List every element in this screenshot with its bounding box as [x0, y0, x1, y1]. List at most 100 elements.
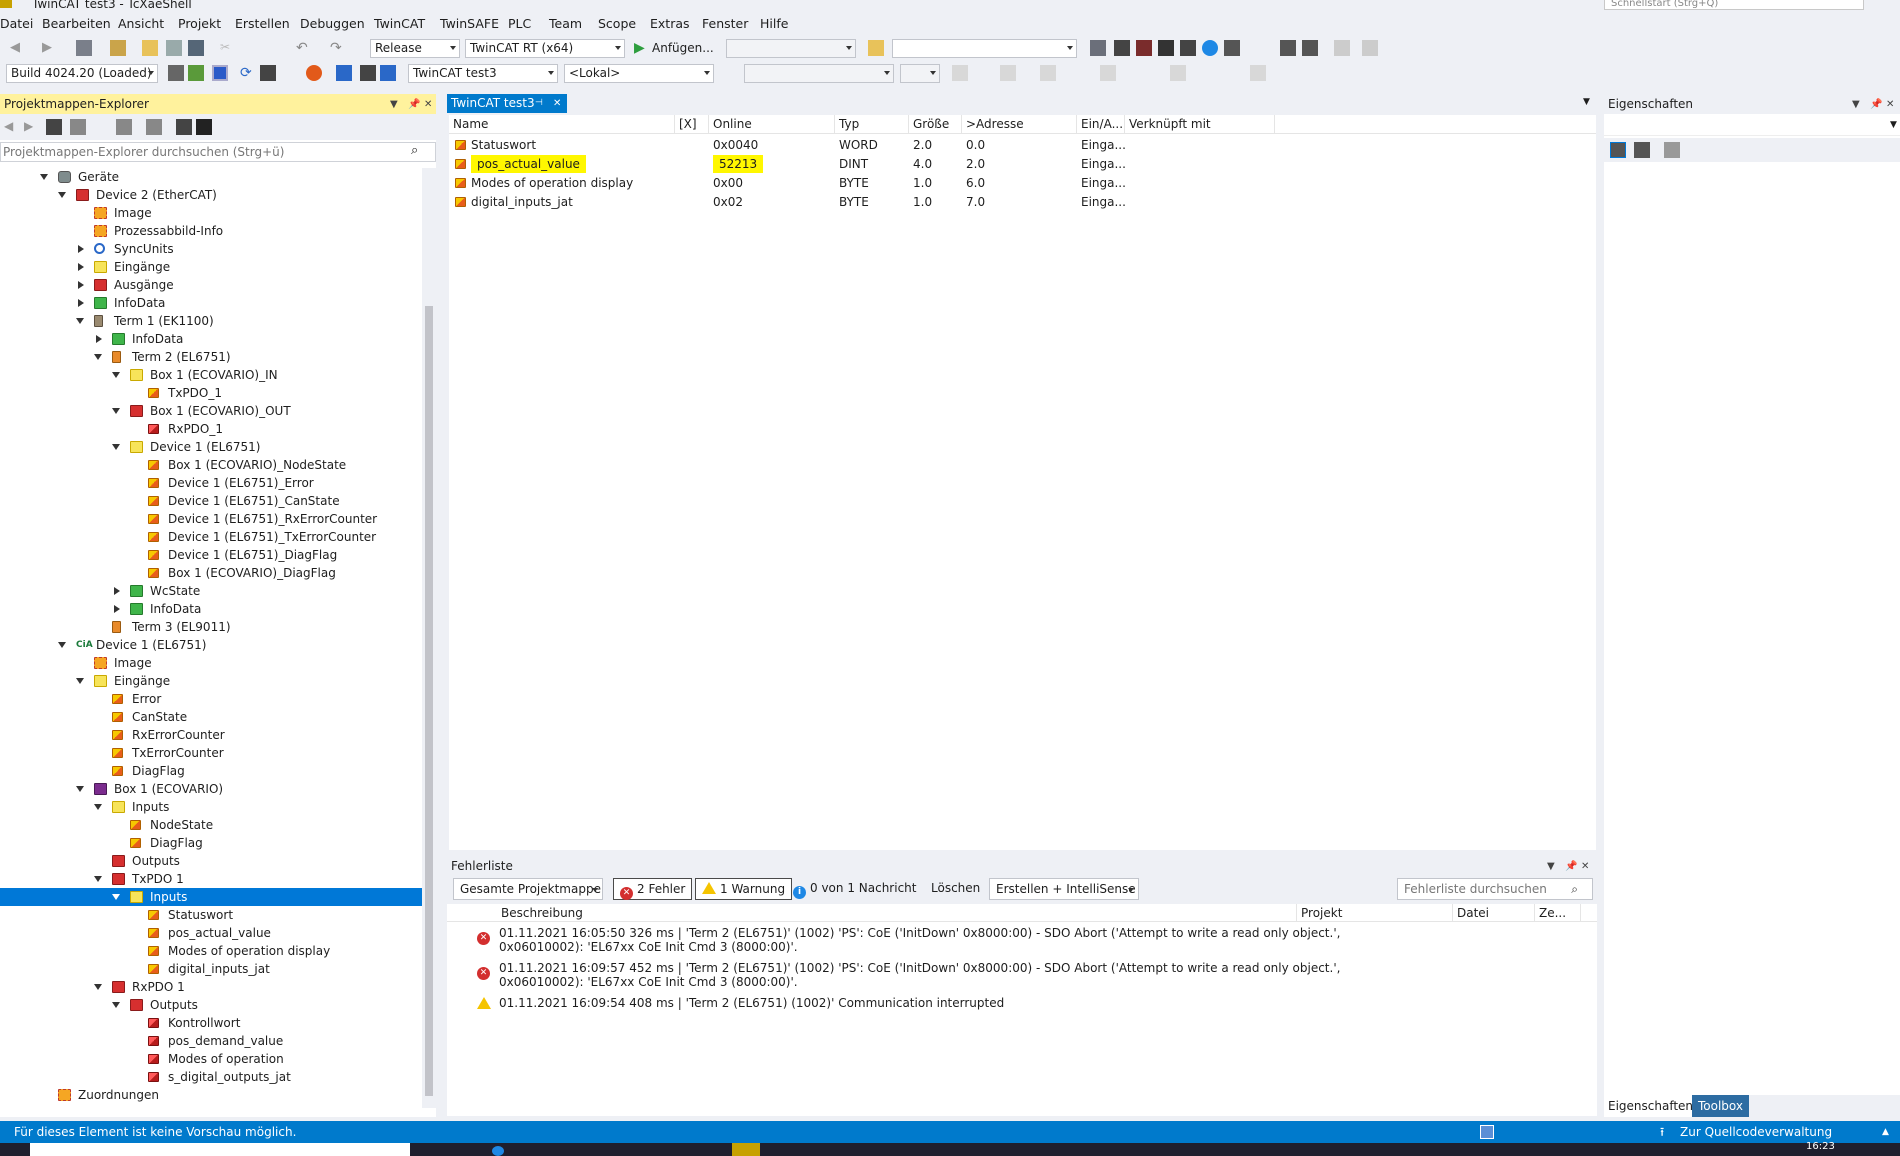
clear-button[interactable]: Löschen [925, 878, 986, 900]
process-select[interactable] [726, 39, 856, 58]
menu-item-3[interactable]: Projekt [178, 16, 221, 31]
tree-item[interactable]: Term 2 (EL6751) [0, 348, 422, 366]
target-icon[interactable] [212, 65, 228, 81]
expanded-arrow-icon[interactable] [58, 192, 66, 198]
device-icon[interactable] [1302, 40, 1318, 56]
menu-item-5[interactable]: Debuggen [300, 16, 365, 31]
collapsed-arrow-icon[interactable] [78, 281, 84, 289]
error-list-scrollbar[interactable] [1581, 922, 1595, 1112]
close-panel-icon[interactable]: ✕ [424, 99, 432, 110]
tree-item[interactable]: Term 3 (EL9011) [0, 618, 422, 636]
expanded-arrow-icon[interactable] [94, 984, 102, 990]
properties-pin-icon[interactable]: 📌 [1870, 99, 1882, 110]
stop-icon[interactable] [1000, 65, 1016, 81]
tree-item[interactable]: Box 1 (ECOVARIO)_DiagFlag [0, 564, 422, 582]
expanded-arrow-icon[interactable] [112, 444, 120, 450]
taskbar-twincat-icon[interactable] [732, 1143, 760, 1156]
error-list-dropdown-icon[interactable]: ▼ [1547, 861, 1555, 872]
table-row[interactable]: Modes of operation display 0x00 BYTE 1.0 6.0… [449, 174, 1596, 193]
tree-item[interactable]: digital_inputs_jat [0, 960, 422, 978]
tree-item[interactable]: s_digital_outputs_jat [0, 1068, 422, 1086]
config-mode-icon[interactable] [1202, 40, 1218, 56]
quick-launch-input[interactable]: Schnellstart (Strg+Q) [1604, 0, 1864, 10]
open-folder-icon[interactable] [142, 40, 158, 56]
expanded-arrow-icon[interactable] [40, 174, 48, 180]
build-select[interactable]: Build 4024.20 (Loaded) [6, 64, 158, 83]
tree-item[interactable]: NodeState [0, 816, 422, 834]
tree-item[interactable]: CiA Device 1 (EL6751) [0, 636, 422, 654]
toggle-icon[interactable] [380, 65, 396, 81]
properties-close-icon[interactable]: ✕ [1886, 99, 1894, 110]
tree-item[interactable]: Prozessabbild-Info [0, 222, 422, 240]
tree-item[interactable]: InfoData [0, 330, 422, 348]
activate-configuration-icon[interactable] [1136, 40, 1152, 56]
toolbox-icon[interactable] [1180, 40, 1196, 56]
properties-object-select[interactable]: ▼ [1604, 116, 1900, 136]
menu-item-1[interactable]: Bearbeiten [42, 16, 111, 31]
find-icon[interactable] [868, 40, 884, 56]
project-select[interactable]: TwinCAT test3 [408, 64, 558, 83]
menu-item-0[interactable]: Datei [0, 16, 33, 31]
tree-item[interactable]: TxPDO 1 [0, 870, 422, 888]
tree-item[interactable]: Ausgänge [0, 276, 422, 294]
tree-item[interactable]: Modes of operation display [0, 942, 422, 960]
tree-item[interactable]: CanState [0, 708, 422, 726]
solution-explorer-search[interactable]: Projektmappen-Explorer durchsuchen (Strg… [0, 142, 436, 162]
tree-item[interactable]: Outputs [0, 996, 422, 1014]
home-icon[interactable] [46, 119, 62, 135]
start-icon[interactable]: ▶ [634, 40, 650, 56]
column-header-3[interactable]: Typ [835, 115, 909, 134]
menu-item-8[interactable]: PLC [508, 16, 531, 31]
expanded-arrow-icon[interactable] [112, 894, 120, 900]
warnings-filter-button[interactable]: 1 Warnung [695, 878, 793, 900]
column-header-7[interactable]: Verknüpft mit [1125, 115, 1275, 134]
pending-changes-icon[interactable] [116, 119, 132, 135]
expanded-arrow-icon[interactable] [76, 318, 84, 324]
disabled-tool-2-icon[interactable] [1362, 40, 1378, 56]
build-filter-select[interactable]: Erstellen + IntelliSense [989, 878, 1139, 900]
tree-item[interactable]: Term 1 (EK1100) [0, 312, 422, 330]
undo-icon[interactable]: ↶ [296, 40, 312, 56]
breakpoint-icon[interactable] [306, 65, 322, 81]
error-column-header-1[interactable]: Projekt [1297, 904, 1453, 922]
panel-dropdown-icon[interactable]: ▼ [390, 99, 398, 110]
tree-item[interactable]: InfoData [0, 600, 422, 618]
watch-icon[interactable] [1170, 65, 1186, 81]
error-column-header-3[interactable]: Ze... [1535, 904, 1581, 922]
tree-item[interactable]: WcState [0, 582, 422, 600]
table-row[interactable]: pos_actual_value 52213 DINT 4.0 2.0 Einga... [449, 155, 1596, 174]
errors-filter-button[interactable]: ✕ 2 Fehler [613, 878, 693, 900]
tree-item[interactable]: Image [0, 204, 422, 222]
step-into-icon[interactable] [1100, 65, 1116, 81]
forward-icon[interactable]: ▶ [42, 40, 58, 56]
properties-object-dropdown-icon[interactable]: ▼ [1890, 120, 1897, 130]
properties-wrench-icon[interactable] [176, 119, 192, 135]
tree-item[interactable]: Device 1 (EL6751)_TxErrorCounter [0, 528, 422, 546]
show-subitems-icon[interactable] [336, 65, 352, 81]
tree-scrollbar-thumb[interactable] [425, 306, 433, 1096]
tree-item[interactable]: Kontrollwort [0, 1014, 422, 1032]
freerun-icon[interactable] [360, 65, 376, 81]
preview-icon[interactable] [196, 119, 212, 135]
notifications-icon[interactable] [1480, 1125, 1494, 1139]
new-project-icon[interactable] [76, 40, 92, 56]
tree-item[interactable]: Device 1 (EL6751)_CanState [0, 492, 422, 510]
solution-configuration-select[interactable]: Release [370, 39, 460, 58]
tree-item[interactable]: Image [0, 654, 422, 672]
tree-item[interactable]: TxErrorCounter [0, 744, 422, 762]
alphabetical-icon[interactable] [1634, 142, 1650, 158]
expanded-arrow-icon[interactable] [94, 876, 102, 882]
tab-overflow-icon[interactable]: ▼ [1583, 97, 1590, 107]
search-icon[interactable]: ⌕ [411, 143, 418, 158]
expanded-arrow-icon[interactable] [58, 642, 66, 648]
menu-item-9[interactable]: Team [549, 16, 582, 31]
menu-item-4[interactable]: Erstellen [235, 16, 290, 31]
disabled-action-1-icon[interactable] [952, 65, 968, 81]
property-pages-icon[interactable] [1664, 142, 1680, 158]
tree-item[interactable]: Box 1 (ECOVARIO)_IN [0, 366, 422, 384]
target-browser-icon[interactable] [1224, 40, 1240, 56]
taskbar-app-icon[interactable] [492, 1146, 504, 1156]
tab-pin-icon[interactable]: ⊣ [535, 94, 543, 113]
twincat-config-icon[interactable] [1090, 40, 1106, 56]
categorized-icon[interactable] [1610, 142, 1626, 158]
